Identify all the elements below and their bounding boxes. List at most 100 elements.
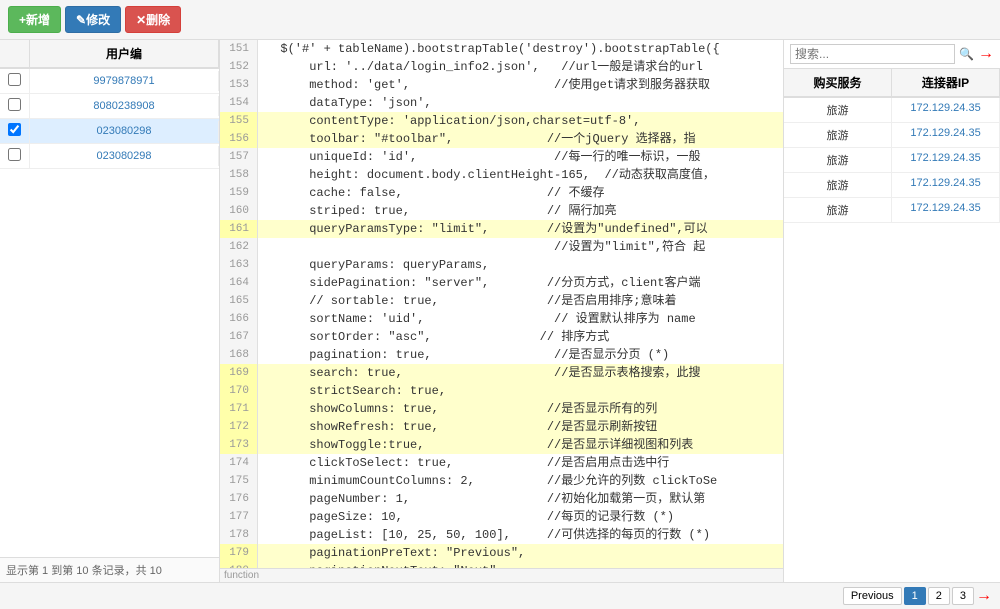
line-content: sortName: 'uid', // 设置默认排序为 name [258, 310, 783, 328]
arrow-annotation-2: → [976, 587, 992, 605]
row-checkbox[interactable] [0, 144, 30, 168]
table-row[interactable]: 023080298 [0, 144, 219, 169]
main-container: +新增 ✎修改 ✕删除 用户编 9979878971 80802 [0, 0, 1000, 609]
line-number: 179 [220, 544, 258, 562]
code-line: 180 paginationNextText: "Next", [220, 562, 783, 568]
ip-cell: 172.129.24.35 [892, 98, 1000, 122]
table-row[interactable]: 8080238908 [0, 94, 219, 119]
line-content: strictSearch: true, [258, 382, 783, 400]
code-panel: 151 $('#' + tableName).bootstrapTable('d… [220, 40, 784, 582]
code-line: 170 strictSearch: true, [220, 382, 783, 400]
add-button[interactable]: +新增 [8, 6, 61, 33]
table-header: 用户编 [0, 40, 219, 69]
line-number: 177 [220, 508, 258, 526]
row-checkbox[interactable] [0, 94, 30, 118]
right-table-row[interactable]: 旅游172.129.24.35 [784, 173, 1000, 198]
code-line: 169 search: true, //是否显示表格搜索，此搜 [220, 364, 783, 382]
line-number: 155 [220, 112, 258, 130]
search-bar: 🔍 → [784, 40, 1000, 69]
data-table-panel: 用户编 9979878971 8080238908 023080298 [0, 40, 220, 582]
line-content: //设置为"limit",符合 起 [258, 238, 783, 256]
row-checkbox[interactable] [0, 69, 30, 93]
line-content: pageList: [10, 25, 50, 100], //可供选择的每页的行… [258, 526, 783, 544]
line-content: pageNumber: 1, //初始化加载第一页，默认第 [258, 490, 783, 508]
header-checkbox [0, 40, 30, 67]
code-line: 155 contentType: 'application/json,chars… [220, 112, 783, 130]
line-content: showColumns: true, //是否显示所有的列 [258, 400, 783, 418]
ip-cell: 172.129.24.35 [892, 123, 1000, 147]
line-content: method: 'get', //使用get请求到服务器获取 [258, 76, 783, 94]
code-scroll-area[interactable]: 151 $('#' + tableName).bootstrapTable('d… [220, 40, 783, 568]
status-text: function [224, 570, 259, 581]
code-line: 168 pagination: true, //是否显示分页 (*) [220, 346, 783, 364]
line-number: 165 [220, 292, 258, 310]
line-number: 169 [220, 364, 258, 382]
code-line: 167 sortOrder: "asc", // 排序方式 [220, 328, 783, 346]
line-number: 157 [220, 148, 258, 166]
header-ip: 连接器IP [892, 69, 1000, 96]
code-line: 171 showColumns: true, //是否显示所有的列 [220, 400, 783, 418]
page-3-button[interactable]: 3 [952, 587, 974, 605]
line-number: 160 [220, 202, 258, 220]
line-number: 163 [220, 256, 258, 274]
line-content: queryParams: queryParams, [258, 256, 783, 274]
toolbar: +新增 ✎修改 ✕删除 [0, 0, 1000, 40]
right-table-row[interactable]: 旅游172.129.24.35 [784, 98, 1000, 123]
header-service: 购买服务 [784, 69, 892, 96]
right-panel: 🔍 → 购买服务 连接器IP 旅游172.129.24.35旅游172.129.… [784, 40, 1000, 582]
line-content: striped: true, // 隔行加亮 [258, 202, 783, 220]
line-number: 156 [220, 130, 258, 148]
line-content: sidePagination: "server", //分页方式，client客… [258, 274, 783, 292]
line-number: 168 [220, 346, 258, 364]
right-table-row[interactable]: 旅游172.129.24.35 [784, 198, 1000, 223]
line-content: showToggle:true, //是否显示详细视图和列表 [258, 436, 783, 454]
line-number: 152 [220, 58, 258, 76]
right-table-row[interactable]: 旅游172.129.24.35 [784, 148, 1000, 173]
edit-button[interactable]: ✎修改 [65, 6, 121, 33]
arrow-annotation: → [978, 45, 994, 63]
page-2-button[interactable]: 2 [928, 587, 950, 605]
right-table-header: 购买服务 连接器IP [784, 69, 1000, 98]
code-line: 164 sidePagination: "server", //分页方式，cli… [220, 274, 783, 292]
bottom-bar: Previous 1 2 3 → [0, 582, 1000, 609]
code-line: 166 sortName: 'uid', // 设置默认排序为 name [220, 310, 783, 328]
line-content: // sortable: true, //是否启用排序;意味着 [258, 292, 783, 310]
header-user-id: 用户编 [30, 40, 219, 67]
table-row[interactable]: 9979878971 [0, 69, 219, 94]
row-user-id: 023080298 [30, 121, 219, 141]
line-number: 180 [220, 562, 258, 568]
line-content: paginationNextText: "Next", [258, 562, 783, 568]
line-content: height: document.body.clientHeight-165, … [258, 166, 783, 184]
service-cell: 旅游 [784, 123, 892, 147]
line-number: 151 [220, 40, 258, 58]
line-number: 159 [220, 184, 258, 202]
table-row[interactable]: 023080298 [0, 119, 219, 144]
delete-button[interactable]: ✕删除 [125, 6, 181, 33]
line-content: pagination: true, //是否显示分页 (*) [258, 346, 783, 364]
line-content: contentType: 'application/json,charset=u… [258, 112, 783, 130]
right-table-row[interactable]: 旅游172.129.24.35 [784, 123, 1000, 148]
row-user-id: 9979878971 [30, 71, 219, 91]
code-line: 158 height: document.body.clientHeight-1… [220, 166, 783, 184]
code-line: 160 striped: true, // 隔行加亮 [220, 202, 783, 220]
line-number: 166 [220, 310, 258, 328]
ip-cell: 172.129.24.35 [892, 148, 1000, 172]
ip-cell: 172.129.24.35 [892, 198, 1000, 222]
line-number: 173 [220, 436, 258, 454]
line-content: minimumCountColumns: 2, //最少允许的列数 clickT… [258, 472, 783, 490]
code-bottom-bar: function [220, 568, 783, 582]
page-1-button[interactable]: 1 [904, 587, 926, 605]
code-line: 152 url: '../data/login_info2.json', //u… [220, 58, 783, 76]
code-line: 178 pageList: [10, 25, 50, 100], //可供选择的… [220, 526, 783, 544]
ip-cell: 172.129.24.35 [892, 173, 1000, 197]
code-line: 175 minimumCountColumns: 2, //最少允许的列数 cl… [220, 472, 783, 490]
search-input[interactable] [790, 44, 955, 64]
prev-button[interactable]: Previous [843, 587, 902, 605]
row-checkbox[interactable] [0, 119, 30, 143]
line-content: sortOrder: "asc", // 排序方式 [258, 328, 783, 346]
code-line: 173 showToggle:true, //是否显示详细视图和列表 [220, 436, 783, 454]
code-line: 154 dataType: 'json', [220, 94, 783, 112]
code-line: 179 paginationPreText: "Previous", [220, 544, 783, 562]
service-cell: 旅游 [784, 148, 892, 172]
code-line: 172 showRefresh: true, //是否显示刷新按钮 [220, 418, 783, 436]
